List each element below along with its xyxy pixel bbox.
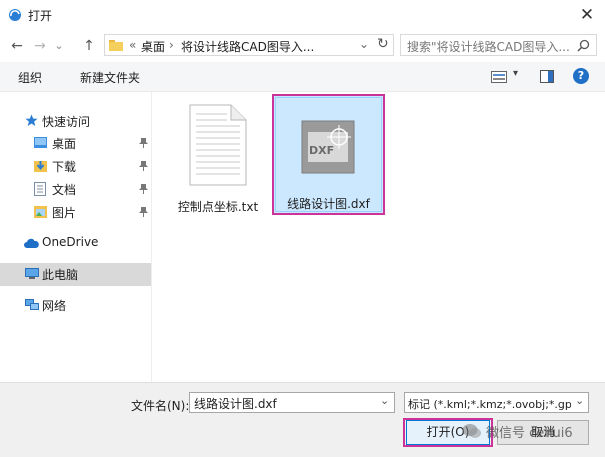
back-button[interactable]: ← — [8, 36, 26, 56]
breadcrumb-separator: › — [169, 38, 174, 52]
dxf-icon-text: DXF — [309, 144, 334, 157]
file-type-filter[interactable]: 标记 (*.kml;*.kmz;*.ovobj;*.gps ⌄ — [404, 392, 589, 413]
open-button[interactable]: 打开(O) — [406, 420, 490, 445]
sidebar-item-downloads[interactable]: 下载 — [0, 155, 151, 177]
star-icon — [25, 114, 38, 126]
documents-folder-icon — [34, 182, 46, 196]
view-options-icon[interactable] — [491, 71, 507, 83]
up-button[interactable]: ↑ — [80, 36, 98, 56]
pin-icon[interactable] — [139, 161, 148, 171]
open-button-highlight: 打开(O) — [403, 418, 493, 447]
filename-label: 文件名(N): — [131, 399, 190, 413]
dxf-file-icon: DXF — [301, 120, 355, 174]
filename-value: 线路设计图.dxf — [194, 397, 277, 411]
cloud-icon — [24, 238, 39, 248]
recent-locations-dropdown[interactable]: ⌄ — [52, 36, 66, 56]
pin-icon[interactable] — [139, 184, 148, 194]
network-icon — [25, 299, 39, 310]
address-bar[interactable]: « 桌面 › 将设计线路CAD图导入... ⌄ ↻ — [104, 34, 394, 56]
sidebar-item-label: 网络 — [42, 299, 67, 313]
cancel-button[interactable]: 取消 — [497, 420, 589, 445]
pin-icon[interactable] — [139, 207, 148, 217]
computer-icon — [25, 268, 39, 279]
close-button[interactable]: ✕ — [575, 4, 599, 26]
breadcrumb-desktop[interactable]: 桌面 — [141, 38, 165, 55]
organize-menu[interactable]: 组织 — [18, 69, 42, 86]
breadcrumb-overflow[interactable]: « — [129, 38, 136, 52]
sidebar-item-documents[interactable]: 文档 — [0, 178, 151, 200]
file-name: 线路设计图.dxf — [287, 197, 370, 211]
sidebar-item-desktop[interactable]: 桌面 — [0, 132, 151, 154]
nav-quick-access[interactable]: 快速访问 — [0, 110, 151, 132]
sidebar-item-this-pc[interactable]: 此电脑 — [0, 263, 151, 286]
refresh-button[interactable]: ↻ — [377, 36, 389, 52]
title-bar: 打开 ✕ — [0, 0, 605, 30]
nav-quick-access-label: 快速访问 — [42, 115, 91, 129]
filename-input[interactable]: 线路设计图.dxf ⌄ — [189, 392, 395, 413]
search-icon[interactable] — [577, 39, 590, 52]
forward-button[interactable]: → — [31, 36, 49, 56]
pictures-folder-icon — [34, 206, 47, 218]
sidebar-item-label: 下载 — [52, 160, 77, 174]
view-dropdown[interactable]: ▾ — [513, 68, 518, 79]
sidebar-item-label: 此电脑 — [42, 268, 79, 282]
file-list-area: 控制点坐标.txt DXF 线路设计图.dxf — [153, 92, 605, 382]
filter-value: 标记 (*.kml;*.kmz;*.ovobj;*.gps — [408, 398, 571, 411]
new-folder-button[interactable]: 新建文件夹 — [80, 69, 140, 86]
filter-dropdown[interactable]: ⌄ — [575, 394, 584, 407]
desktop-folder-icon — [34, 137, 47, 148]
folder-icon — [109, 40, 123, 51]
preview-pane-icon[interactable] — [540, 70, 554, 83]
filename-dropdown[interactable]: ⌄ — [380, 394, 389, 407]
file-item-dxf[interactable]: DXF 线路设计图.dxf — [272, 94, 385, 215]
sidebar-item-onedrive[interactable]: OneDrive — [0, 232, 151, 254]
window-title: 打开 — [28, 9, 53, 23]
navigation-pane: 快速访问 桌面 下载 文档 图片 OneDrive 此电脑 网络 — [0, 92, 152, 382]
sidebar-item-label: OneDrive — [42, 235, 99, 249]
file-item-txt[interactable]: 控制点坐标.txt — [173, 98, 263, 216]
sidebar-item-label: 桌面 — [52, 137, 77, 151]
downloads-folder-icon — [34, 161, 47, 172]
sidebar-item-label: 图片 — [52, 206, 77, 220]
command-toolbar: 组织 新建文件夹 ▾ ? — [0, 62, 605, 92]
text-file-icon — [189, 104, 247, 186]
file-name: 控制点坐标.txt — [177, 200, 259, 214]
address-dropdown[interactable]: ⌄ — [359, 37, 369, 51]
breadcrumb-current-folder[interactable]: 将设计线路CAD图导入... — [181, 38, 314, 55]
search-placeholder: 搜索"将设计线路CAD图导入... — [407, 40, 570, 54]
search-box[interactable]: 搜索"将设计线路CAD图导入... — [400, 34, 597, 56]
pin-icon[interactable] — [139, 138, 148, 148]
sidebar-item-pictures[interactable]: 图片 — [0, 201, 151, 223]
help-button[interactable]: ? — [573, 68, 589, 84]
sidebar-item-network[interactable]: 网络 — [0, 294, 151, 316]
sidebar-item-label: 文档 — [52, 183, 77, 197]
app-icon — [9, 9, 21, 21]
